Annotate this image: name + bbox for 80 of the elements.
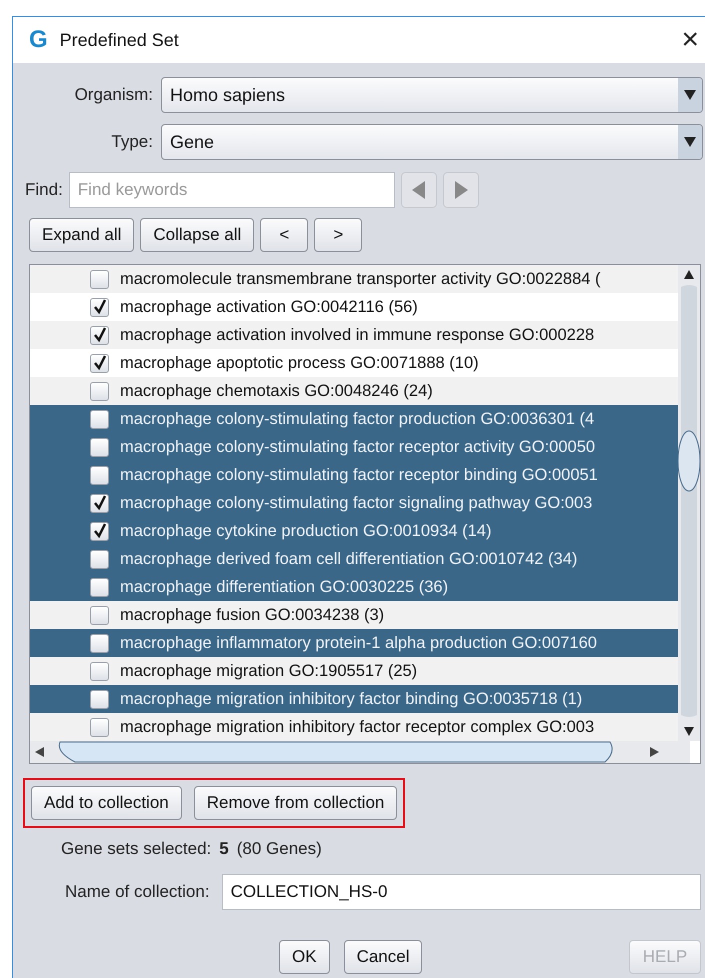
dialog-button[interactable]: OK	[279, 940, 330, 974]
collection-name-field[interactable]: COLLECTION_HS-0	[222, 874, 701, 910]
check-icon	[92, 523, 106, 539]
horizontal-scrollbar[interactable]	[30, 741, 690, 763]
gene-set-label: macrophage inflammatory protein-1 alpha production GO:007160	[120, 632, 597, 654]
next-icon[interactable]	[442, 172, 479, 208]
gene-set-row[interactable]: macrophage colony-stimulating factor receptor binding GO:00051	[30, 461, 678, 489]
gene-set-label: macrophage colony-stimulating factor signaling pathway GO:003	[120, 492, 592, 514]
toolbar-button[interactable]: <	[260, 218, 308, 252]
check-icon	[92, 327, 106, 343]
check-icon	[92, 299, 106, 315]
toolbar-button[interactable]: >	[314, 218, 362, 252]
gene-set-row[interactable]: macrophage colony-stimulating factor receptor activity GO:00050	[30, 433, 678, 461]
gene-set-label: macrophage derived foam cell differentiation GO:0010742 (34)	[120, 548, 578, 570]
checkbox[interactable]	[90, 382, 109, 400]
gene-set-label: macrophage migration inhibitory factor receptor complex GO:003	[120, 716, 594, 738]
gene-set-row[interactable]: macrophage cytokine production GO:0010934 (14)	[30, 517, 678, 545]
gene-set-row[interactable]: macrophage colony-stimulating factor production GO:0036301 (4	[30, 405, 678, 433]
gene-set-label: macrophage differentiation GO:0030225 (36)	[120, 576, 448, 598]
field-label: Type:	[110, 131, 153, 154]
collection-button[interactable]: Add to collection	[31, 786, 182, 820]
gene-set-label: macrophage fusion GO:0034238 (3)	[120, 604, 384, 626]
gene-set-label: macrophage migration inhibitory factor binding GO:0035718 (1)	[120, 688, 582, 710]
checkbox[interactable]	[90, 494, 109, 512]
gene-set-label: macromolecule transmembrane transporter activity GO:0022884 (	[120, 268, 601, 290]
checkbox[interactable]	[90, 718, 109, 736]
gene-set-label: macrophage colony-stimulating factor production GO:0036301 (4	[120, 408, 594, 430]
checkbox[interactable]	[90, 438, 109, 456]
vertical-scrollbar[interactable]	[678, 265, 700, 741]
check-icon	[92, 355, 106, 371]
toolbar-button[interactable]: Expand all	[29, 218, 134, 252]
gene-set-row[interactable]: macrophage activation involved in immune response GO:000228	[30, 321, 678, 349]
checkbox[interactable]	[90, 634, 109, 652]
search-field[interactable]: Find keywords	[68, 172, 395, 208]
field-label: Name of collection:	[65, 880, 210, 903]
gene-set-row[interactable]: macrophage colony-stimulating factor signaling pathway GO:003	[30, 489, 678, 517]
field-label: Organism:	[74, 84, 153, 106]
checkbox[interactable]	[90, 578, 109, 596]
summary-label: Gene sets selected:	[61, 838, 212, 860]
close-button[interactable]: ×	[681, 25, 699, 55]
gene-set-row[interactable]: macrophage derived foam cell differentiation GO:0010742 (34)	[30, 545, 678, 573]
dropdown[interactable]: Gene	[161, 124, 703, 160]
gene-set-label: macrophage apoptotic process GO:0071888 (10)	[120, 352, 479, 374]
checkbox[interactable]	[90, 298, 109, 316]
checkbox[interactable]	[90, 326, 109, 344]
dropdown[interactable]: Homo sapiens	[161, 77, 703, 113]
gene-set-row[interactable]: macrophage migration inhibitory factor binding GO:0035718 (1)	[30, 685, 678, 713]
gene-set-label: macrophage chemotaxis GO:0048246 (24)	[120, 380, 433, 402]
gene-set-row[interactable]: macrophage fusion GO:0034238 (3)	[30, 601, 678, 629]
app-logo: G	[29, 25, 48, 55]
checkbox[interactable]	[90, 690, 109, 708]
gene-set-label: macrophage colony-stimulating factor receptor binding GO:00051	[120, 464, 598, 486]
check-icon	[92, 495, 106, 511]
checkbox[interactable]	[90, 522, 109, 540]
field-label: Find:	[25, 179, 63, 202]
previous-icon[interactable]	[400, 172, 437, 208]
gene-set-row[interactable]: macrophage inflammatory protein-1 alpha production GO:007160	[30, 629, 678, 657]
gene-set-label: macrophage cytokine production GO:0010934 (14)	[120, 520, 492, 542]
checkbox[interactable]	[90, 606, 109, 624]
selected-count: 5	[219, 838, 229, 860]
collection-button[interactable]: Remove from collection	[194, 786, 398, 820]
gene-set-label: macrophage migration GO:1905517 (25)	[120, 660, 418, 682]
checkbox[interactable]	[90, 270, 109, 288]
dialog-button[interactable]: Cancel	[344, 940, 422, 974]
window-title: Predefined Set	[60, 28, 180, 52]
checkbox[interactable]	[90, 550, 109, 568]
toolbar-button[interactable]: Collapse all	[140, 218, 254, 252]
gene-set-row[interactable]: macromolecule transmembrane transporter activity GO:0022884 (	[30, 265, 678, 293]
gene-count: (80 Genes)	[236, 838, 322, 860]
checkbox[interactable]	[90, 662, 109, 680]
checkbox[interactable]	[90, 354, 109, 372]
gene-set-row[interactable]: macrophage migration GO:1905517 (25)	[30, 657, 678, 685]
checkbox[interactable]	[90, 410, 109, 428]
gene-set-row[interactable]: macrophage chemotaxis GO:0048246 (24)	[30, 377, 678, 405]
checkbox[interactable]	[90, 466, 109, 484]
gene-set-row[interactable]: macrophage differentiation GO:0030225 (36)	[30, 573, 678, 601]
gene-set-row[interactable]: macrophage migration inhibitory factor receptor complex GO:003	[30, 713, 678, 741]
gene-set-label: macrophage colony-stimulating factor receptor activity GO:00050	[120, 436, 596, 458]
gene-set-label: macrophage activation involved in immune response GO:000228	[120, 324, 594, 346]
gene-set-label: macrophage activation GO:0042116 (56)	[120, 296, 418, 318]
